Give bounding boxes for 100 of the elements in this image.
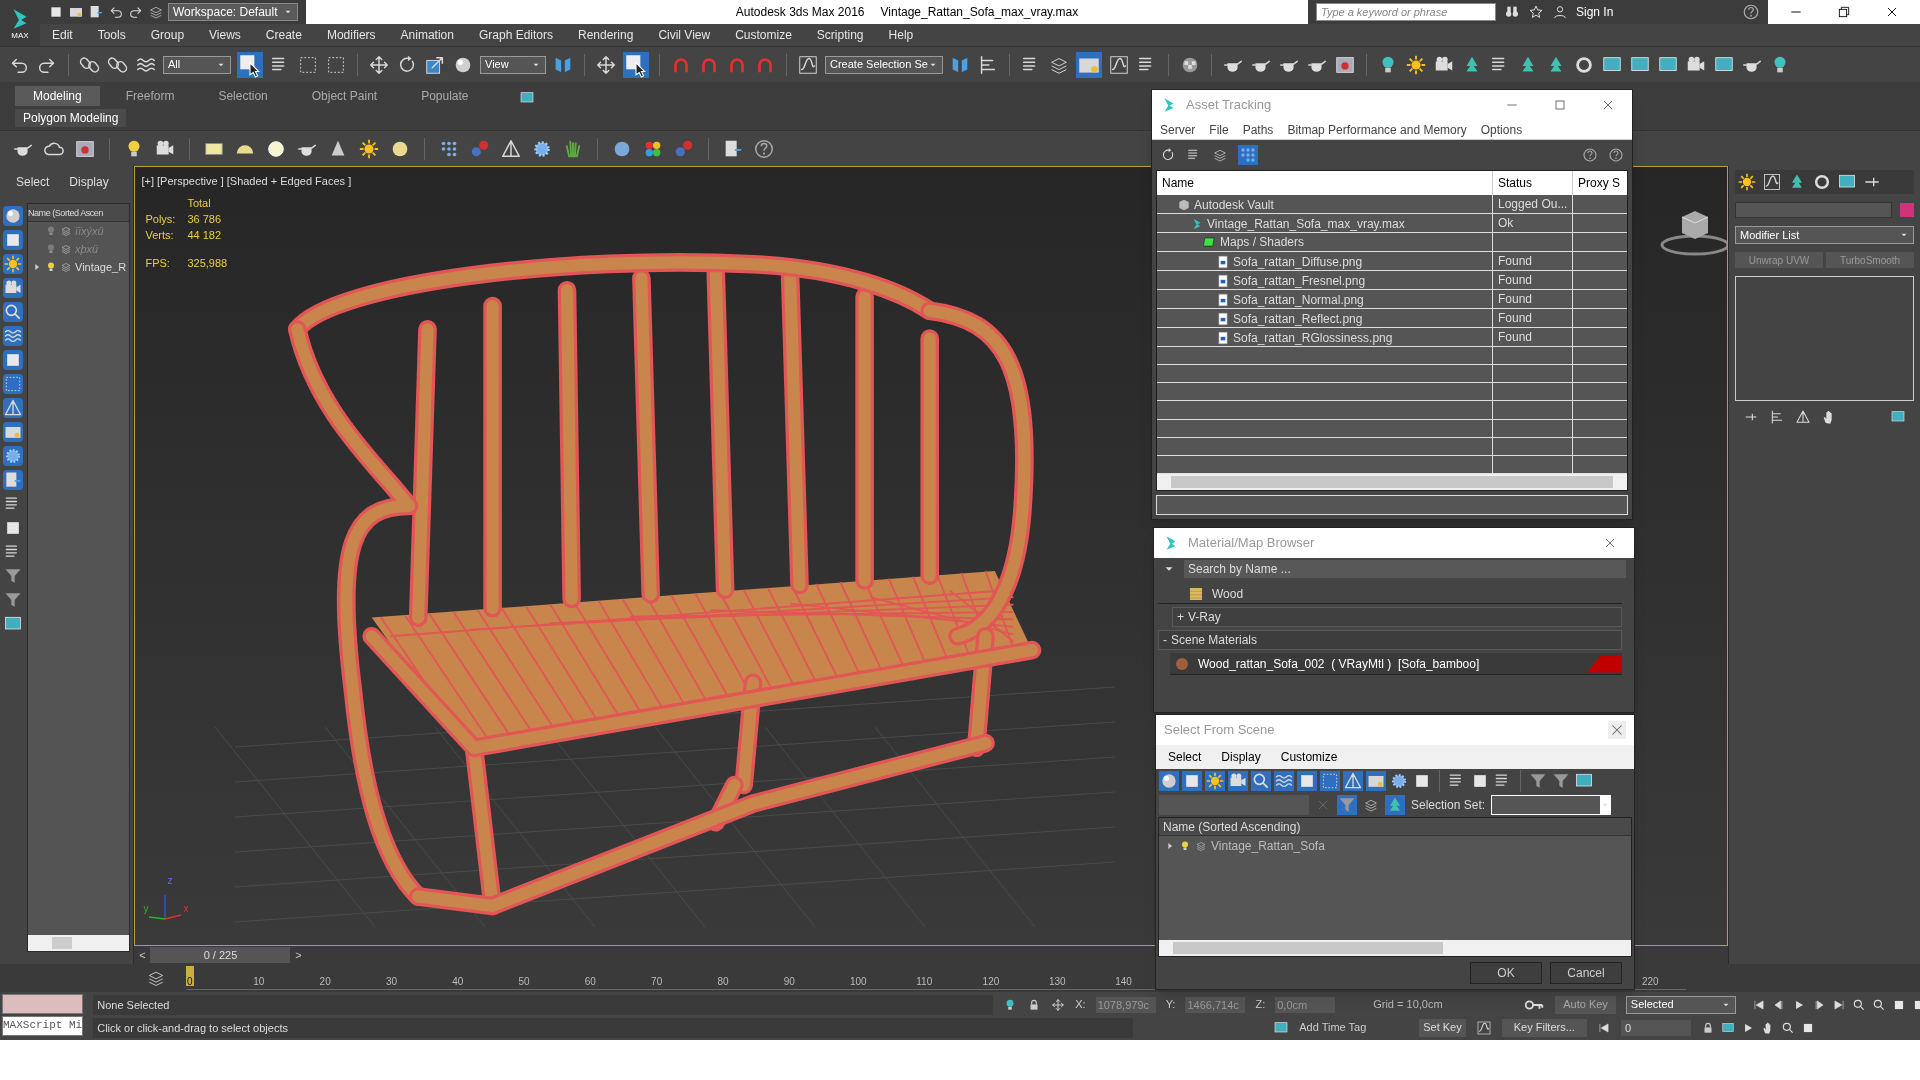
axis-label: z bbox=[167, 874, 173, 888]
timeline-tick-label: 140 bbox=[1115, 975, 1132, 989]
ribbon-tab[interactable]: Selection bbox=[200, 86, 286, 106]
dialog-title: Asset Tracking bbox=[1186, 96, 1273, 115]
menu-item[interactable]: Paths bbox=[1242, 120, 1274, 139]
search-field[interactable]: Type a keyword or phrase bbox=[1316, 3, 1496, 21]
menu-item[interactable]: Server bbox=[1160, 120, 1196, 139]
menu-item[interactable]: Select bbox=[1168, 748, 1202, 766]
object-name[interactable]: Vintage_Rattan_Sofa bbox=[1211, 837, 1325, 855]
asset-name[interactable]: Autodesk Vault bbox=[1194, 195, 1274, 214]
asset-name[interactable]: Sofa_rattan_Diffuse.png bbox=[1233, 252, 1363, 271]
object-name[interactable]: Vintage_R bbox=[75, 258, 127, 276]
ribbon-panel-label[interactable]: Polygon Modeling bbox=[15, 109, 127, 127]
explorer-tab[interactable]: Display bbox=[69, 173, 109, 191]
timeline-tick-label: 80 bbox=[717, 975, 729, 989]
add-time-tag-link[interactable]: Add Time Tag bbox=[1299, 1019, 1400, 1036]
menu-item[interactable]: Animation bbox=[400, 26, 454, 44]
axis-label: y bbox=[143, 902, 149, 916]
timeline-tick-label: 110 bbox=[916, 975, 933, 989]
menu-item[interactable]: Edit bbox=[52, 26, 73, 44]
menu-item[interactable]: Modifiers bbox=[326, 26, 376, 44]
menu-item[interactable]: Views bbox=[209, 26, 241, 44]
menu-item[interactable]: Customize bbox=[735, 26, 792, 44]
menu-item[interactable]: Customize bbox=[1280, 748, 1338, 766]
dialog-button[interactable]: Cancel bbox=[1550, 962, 1622, 984]
menu-item[interactable]: Bitmap Performance and Memory bbox=[1287, 120, 1467, 139]
stat-label: Verts: bbox=[145, 228, 175, 243]
timeline-tick-label: 50 bbox=[518, 975, 530, 989]
ribbon-tab[interactable]: Freeform bbox=[107, 86, 193, 106]
menu-item[interactable]: File bbox=[1209, 120, 1229, 139]
coordinate-label: X: bbox=[1075, 997, 1086, 1013]
ribbon-tab[interactable]: Populate bbox=[403, 86, 487, 106]
key-mode-dropdown[interactable]: Selected bbox=[1625, 995, 1736, 1014]
named-selection-dropdown[interactable]: Create Selection Se bbox=[825, 55, 943, 74]
frame-counter[interactable]: 0 / 225 bbox=[150, 947, 291, 963]
viewport-label[interactable]: [+] [Perspective ] [Shaded + Edged Faces ] bbox=[141, 173, 352, 190]
key-filters-button[interactable]: Key Filters... bbox=[1501, 1018, 1587, 1037]
coordinate-label: Y: bbox=[1165, 997, 1176, 1013]
timeline-tick-label: 30 bbox=[385, 975, 397, 989]
app-title: Autodesk 3ds Max 2016 bbox=[735, 4, 865, 21]
stat-value: 44 182 bbox=[187, 228, 223, 243]
menu-item[interactable]: Group bbox=[150, 26, 185, 44]
reference-coordinate-dropdown[interactable]: View bbox=[480, 55, 546, 74]
axis-label: x bbox=[183, 902, 189, 916]
column-header[interactable]: Name (Sorted Ascending) bbox=[1159, 818, 1631, 836]
current-frame-field[interactable]: 0 bbox=[1620, 1019, 1691, 1036]
menu-item[interactable]: Options bbox=[1480, 120, 1523, 139]
timeline-tick-label: 100 bbox=[850, 975, 867, 989]
timeline-tick-label: 220 bbox=[1642, 975, 1659, 989]
asset-status: Found bbox=[1492, 271, 1572, 290]
timeline-tick-label: 60 bbox=[584, 975, 596, 989]
menu-item[interactable]: Civil View bbox=[658, 26, 711, 44]
next-frame-button[interactable]: > bbox=[290, 947, 307, 963]
dialog-button[interactable]: OK bbox=[1470, 962, 1542, 984]
menu-item[interactable]: Display bbox=[1221, 748, 1261, 766]
modifier-list-dropdown[interactable]: Modifier List bbox=[1735, 226, 1914, 244]
column-header[interactable]: Name bbox=[1157, 171, 1492, 195]
group-header[interactable]: + V-Ray bbox=[1172, 607, 1622, 627]
asset-name[interactable]: Sofa_rattan_Normal.png bbox=[1233, 290, 1364, 309]
search-field[interactable]: Search by Name ... bbox=[1184, 560, 1626, 578]
sign-in-link[interactable]: Sign In bbox=[1576, 3, 1614, 21]
timeline-tick-label: 90 bbox=[783, 975, 795, 989]
asset-name[interactable]: Sofa_rattan_Fresnel.png bbox=[1233, 271, 1366, 290]
asset-name[interactable]: Maps / Shaders bbox=[1220, 233, 1305, 251]
maxscript-mini-field[interactable]: MAXScript Mi bbox=[2, 1016, 84, 1036]
stat-value: 325,988 bbox=[187, 256, 228, 271]
previous-frame-button[interactable]: < bbox=[134, 947, 151, 963]
asset-status: Ok bbox=[1492, 214, 1572, 233]
asset-name[interactable]: Sofa_rattan_RGlossiness.png bbox=[1233, 328, 1393, 347]
asset-status: Found bbox=[1492, 290, 1572, 309]
menu-item[interactable]: Create bbox=[265, 26, 302, 44]
column-header[interactable]: Status bbox=[1492, 171, 1572, 195]
ribbon-tab[interactable]: Object Paint bbox=[293, 86, 396, 106]
material-item[interactable]: Wood bbox=[1212, 584, 1244, 603]
group-header[interactable]: - Scene Materials bbox=[1158, 630, 1622, 650]
asset-status: Found bbox=[1492, 309, 1572, 328]
stat-value: 36 786 bbox=[187, 212, 223, 227]
material-item[interactable]: Wood_rattan_Sofa_002 ( VRayMtl ) [Sofa_bamboo] bbox=[1170, 653, 1622, 675]
menu-item[interactable]: Rendering bbox=[578, 26, 634, 44]
menu-item[interactable]: Help bbox=[888, 26, 914, 44]
asset-name[interactable]: Sofa_rattan_Reflect.png bbox=[1233, 309, 1363, 328]
selection-filter-dropdown[interactable]: All bbox=[163, 55, 231, 74]
app-menu-button[interactable]: MAX bbox=[0, 0, 40, 46]
menu-item[interactable]: Graph Editors bbox=[478, 26, 553, 44]
timeline-tick-label: 70 bbox=[651, 975, 663, 989]
dialog-title: Material/Map Browser bbox=[1188, 534, 1316, 553]
workspace-dropdown[interactable]: Workspace: Default bbox=[168, 3, 298, 21]
selection-set-label: Selection Set: bbox=[1411, 797, 1486, 814]
ribbon-tab[interactable]: Modeling bbox=[15, 86, 100, 106]
set-key-button[interactable]: Set Key bbox=[1419, 1018, 1466, 1037]
asset-name[interactable]: Vintage_Rattan_Sofa_max_vray.max bbox=[1207, 214, 1405, 233]
column-header[interactable]: Proxy S bbox=[1572, 171, 1627, 195]
menu-item[interactable]: Scripting bbox=[816, 26, 864, 44]
stat-label: FPS: bbox=[145, 256, 171, 271]
timeline-tick-label: 0 bbox=[187, 975, 193, 989]
explorer-tab[interactable]: Select bbox=[16, 173, 50, 191]
menu-item[interactable]: Tools bbox=[97, 26, 126, 44]
selection-status: None Selected bbox=[93, 994, 994, 1015]
file-name: Vintage_Rattan_Sofa_max_vray.max bbox=[880, 4, 1079, 21]
column-header[interactable]: Name (Sorted Ascen bbox=[28, 204, 130, 222]
